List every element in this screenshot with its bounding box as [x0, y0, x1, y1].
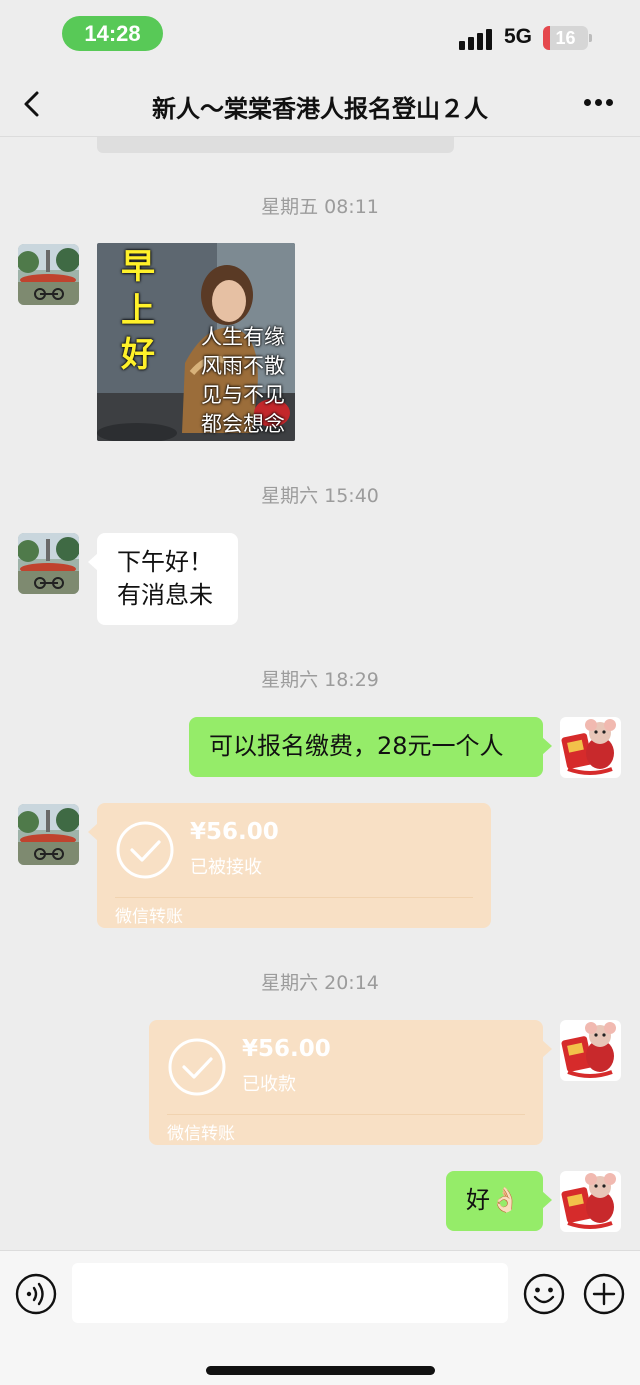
contact-avatar[interactable]	[18, 804, 79, 865]
my-avatar[interactable]	[560, 1020, 621, 1081]
transfer-card[interactable]: ¥56.00 已被接收 微信转账	[88, 803, 491, 928]
message-input[interactable]	[72, 1263, 508, 1323]
partial-message-bubble	[97, 137, 454, 153]
transfer-status: 已被接收	[190, 857, 262, 878]
divider	[115, 897, 473, 898]
emoji-icon[interactable]	[523, 1273, 565, 1315]
sticker-text-right: 人生有缘 风雨不散 见与不见 都会想念	[201, 323, 285, 439]
network-label: 5G	[504, 25, 533, 48]
outgoing-message-bubble[interactable]: 好👌🏻	[446, 1171, 552, 1231]
timestamp: 星期六 18:29	[261, 669, 379, 691]
transfer-amount: ¥56.00	[190, 819, 279, 845]
check-circle-icon	[116, 821, 174, 879]
nav-bar: 新人～棠棠香港人报名登山２人	[0, 75, 640, 137]
status-time: 14:28	[62, 16, 163, 51]
transfer-label: 微信转账	[115, 907, 183, 927]
contact-avatar[interactable]	[18, 244, 79, 305]
status-bar: 14:28 5G 16	[0, 0, 640, 75]
my-avatar[interactable]	[560, 1171, 621, 1232]
chat-area[interactable]: 星期五 08:11 早 上 好 人生有缘 风雨不散 见与不见 都会想念 星期六 …	[0, 137, 640, 1250]
transfer-label: 微信转账	[167, 1124, 235, 1144]
message-line: 下午好！	[117, 548, 213, 576]
incoming-message-bubble[interactable]: 下午好！ 有消息未	[88, 533, 238, 625]
battery-tip	[589, 34, 592, 42]
sticker-line: 风雨不散	[201, 354, 285, 378]
sticker-char: 好	[121, 335, 155, 375]
sticker-char: 早	[121, 247, 155, 287]
my-avatar[interactable]	[560, 717, 621, 778]
transfer-amount: ¥56.00	[242, 1036, 331, 1062]
sticker-text-left: 早 上 好	[121, 245, 161, 377]
message-line: 有消息未	[117, 581, 213, 609]
battery-level: 16	[555, 28, 576, 48]
timestamp: 星期五 08:11	[261, 196, 379, 218]
plus-icon[interactable]	[583, 1273, 625, 1315]
transfer-status: 已收款	[242, 1074, 296, 1095]
chat-title: 新人～棠棠香港人报名登山２人	[152, 95, 488, 123]
chevron-left-icon[interactable]	[18, 89, 48, 119]
input-bar	[0, 1250, 640, 1385]
sticker-line: 见与不见	[201, 383, 285, 407]
sticker-line: 人生有缘	[201, 325, 285, 349]
divider	[167, 1114, 525, 1115]
greeting-sticker[interactable]: 早 上 好 人生有缘 风雨不散 见与不见 都会想念	[97, 243, 295, 441]
battery-icon: 16	[543, 26, 588, 50]
outgoing-message-bubble[interactable]: 可以报名缴费，28元一个人	[189, 717, 552, 777]
more-dots-icon[interactable]	[580, 99, 616, 109]
signal-icon	[459, 28, 495, 50]
voice-icon[interactable]	[15, 1273, 57, 1315]
timestamp: 星期六 20:14	[261, 972, 379, 994]
sticker-char: 上	[121, 291, 155, 331]
timestamp: 星期六 15:40	[261, 485, 379, 507]
check-circle-icon	[168, 1038, 226, 1096]
sticker-line: 都会想念	[201, 412, 285, 436]
contact-avatar[interactable]	[18, 533, 79, 594]
transfer-card[interactable]: ¥56.00 已收款 微信转账	[149, 1020, 552, 1145]
home-indicator	[206, 1366, 435, 1375]
